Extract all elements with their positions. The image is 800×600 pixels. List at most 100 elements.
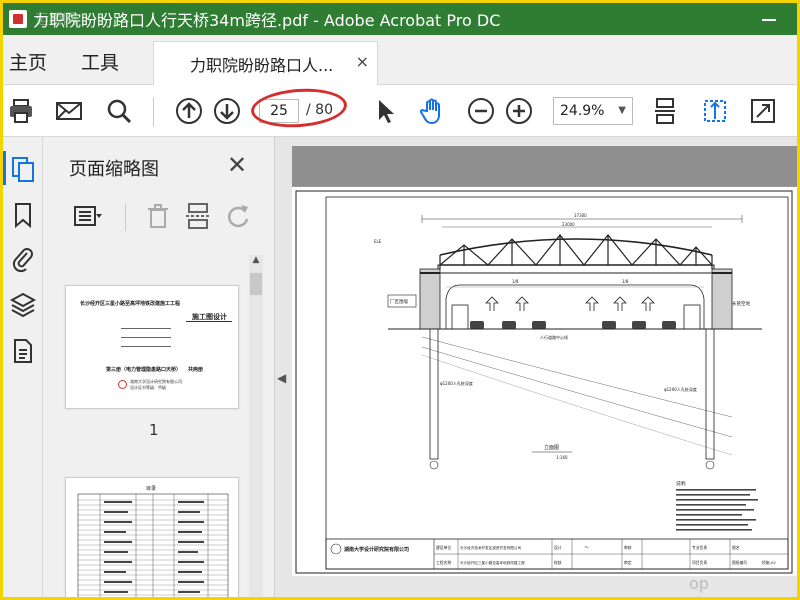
footer-watermark: op: [689, 574, 709, 593]
arrow-down-circle-icon: [214, 98, 240, 124]
tb-design-label: 设计: [554, 545, 562, 550]
attachment-icon[interactable]: [9, 245, 37, 273]
thumb1-cert: 设计证书等级：甲级: [130, 385, 166, 390]
app-window: 力职院盼盼路口人行天桥34m跨径.pdf - Adobe Acrobat Pro…: [3, 3, 797, 597]
zoom-out-button[interactable]: [465, 95, 497, 127]
expand-icon: [751, 99, 775, 123]
print-icon: [10, 99, 32, 123]
total-span-label: 37300: [574, 213, 587, 218]
thumb1-part: 第三册（电力管理隐患路口天桥）: [106, 367, 182, 373]
document-properties-icon[interactable]: [9, 337, 37, 365]
thumb1-seal-icon: [118, 380, 127, 389]
collapse-panel-arrow[interactable]: ◀: [277, 371, 286, 385]
active-rail-indicator: [3, 151, 6, 185]
chevron-down-icon: ▼: [618, 105, 626, 116]
tb-owner-label: 建设单位: [436, 545, 451, 550]
insert-page-button[interactable]: [183, 201, 213, 231]
scroll-mode-button[interactable]: [649, 95, 681, 127]
search-button[interactable]: [103, 95, 135, 127]
next-page-button[interactable]: [211, 95, 243, 127]
tb-project-value: 长沙经开区三星小路至高坪地铁改建工程: [460, 560, 525, 565]
notes-title: 说明:: [676, 480, 687, 487]
document-tab-label: 力职院盼盼路口人...: [190, 56, 334, 75]
span-label: 23000: [562, 222, 575, 227]
title-bar: 力职院盼盼路口人行天桥34m跨径.pdf - Adobe Acrobat Pro…: [3, 3, 797, 35]
tb-sheet-number: 桥施-02: [762, 560, 776, 565]
thumbnail-options-button[interactable]: [73, 201, 103, 231]
window-title: 力职院盼盼路口人行天桥34m跨径.pdf - Adobe Acrobat Pro…: [33, 11, 501, 30]
elevation-view-scale: 1:160: [556, 455, 568, 460]
navigation-rail: [3, 137, 43, 597]
svg-text:1/8: 1/8: [622, 279, 629, 284]
right-pile-note: φ1200人孔桩深度: [664, 386, 697, 392]
page-thumbnail-2[interactable]: 目录: [65, 477, 239, 597]
scroll-up-arrow[interactable]: ▲: [249, 255, 263, 271]
insert-page-icon: [186, 203, 210, 229]
envelope-icon: [56, 102, 82, 120]
bookmark-icon[interactable]: [9, 201, 37, 229]
thumb1-scale: 共两册: [188, 367, 204, 373]
layers-icon[interactable]: [9, 291, 37, 319]
hand-tool-button[interactable]: [417, 95, 449, 127]
print-button[interactable]: [5, 95, 37, 127]
email-button[interactable]: [53, 95, 85, 127]
svg-text:~: ~: [584, 544, 589, 551]
zoom-level-dropdown[interactable]: 24.9% ▼: [553, 97, 633, 125]
fit-page-icon: [704, 100, 726, 122]
tb-owner-value: 长沙经济技术开发区投资开发有限公司: [460, 545, 521, 550]
minus-circle-icon: [468, 98, 494, 124]
options-menu-icon: [74, 206, 102, 226]
trash-icon: [148, 204, 168, 228]
search-icon: [107, 99, 132, 124]
delete-page-button[interactable]: [143, 201, 173, 231]
road-centerline-label: 人行道路中心线: [540, 334, 568, 340]
toolbar: 25 / 80 24.9% ▼: [3, 85, 797, 137]
tb-check-label: 校核: [554, 560, 562, 565]
elevation-view-title: 立面图: [544, 444, 559, 451]
tb-approve-label: 审定: [624, 560, 632, 565]
plus-circle-icon: [506, 98, 532, 124]
tb-sheet-label: 图纸编号: [732, 560, 747, 565]
acrobat-app-icon: [9, 10, 27, 28]
zoom-level-value: 24.9%: [560, 103, 605, 119]
rotate-page-button[interactable]: [223, 201, 253, 231]
document-tab[interactable]: 力职院盼盼路口人... ×: [153, 41, 378, 85]
left-pile-note: φ1200人孔桩深度: [440, 380, 473, 386]
previous-page-button[interactable]: [173, 95, 205, 127]
tb-lead-label: 专业负责: [692, 545, 707, 550]
page-thumbnail-1[interactable]: 长沙经开区三星小路至高坪地铁改建施工工程 施工图设计 第三册（电力管理隐患路口天…: [65, 285, 239, 409]
thumb1-rule: [186, 321, 232, 322]
close-panel-button[interactable]: ✕: [227, 151, 247, 179]
highlight-annotation: [249, 85, 349, 131]
panel-toolbar-separator: [125, 203, 126, 231]
toolbar-separator: [153, 97, 154, 127]
thumbnail-1-label: 1: [149, 421, 159, 439]
menu-home[interactable]: 主页: [9, 48, 47, 75]
design-company: 湖南大学设计研究院有限公司: [344, 546, 409, 553]
fit-page-button[interactable]: [699, 95, 731, 127]
page-thumbnails-icon[interactable]: [9, 155, 37, 183]
previous-page-edge: [292, 146, 797, 186]
cursor-arrow-icon: [379, 100, 394, 123]
thumb1-signature-lines: [121, 324, 171, 354]
select-tool-button[interactable]: [369, 95, 401, 127]
left-wall-label: 厂区围墙: [390, 298, 408, 305]
zoom-in-button[interactable]: [503, 95, 535, 127]
close-tab-button[interactable]: ×: [356, 52, 369, 71]
right-area-label: 长管空地: [732, 300, 750, 307]
document-bottom-gap: [292, 576, 797, 597]
elevation-mark-left: ELE: [374, 239, 382, 244]
arrow-up-circle-icon: [176, 98, 202, 124]
thumbnail-scrollbar[interactable]: [249, 255, 263, 597]
hand-icon: [419, 98, 440, 125]
panel-title: 页面缩略图: [69, 159, 159, 180]
menu-tab-bar: 主页 工具 力职院盼盼路口人... ×: [3, 35, 797, 85]
thumb2-table: [77, 493, 229, 597]
thumb2-heading: 目录: [146, 486, 157, 492]
scrollbar-thumb[interactable]: [250, 273, 262, 295]
page-thumbnails-panel: 页面缩略图 ✕ ▲ 长沙经开区三星小路至高坪地铁改建施工工程 施工图设计 第三册…: [43, 137, 275, 597]
tb-pm-label: 项目负责: [692, 560, 707, 565]
full-screen-button[interactable]: [747, 95, 779, 127]
minimize-button[interactable]: [759, 9, 779, 29]
menu-tools[interactable]: 工具: [81, 48, 119, 75]
